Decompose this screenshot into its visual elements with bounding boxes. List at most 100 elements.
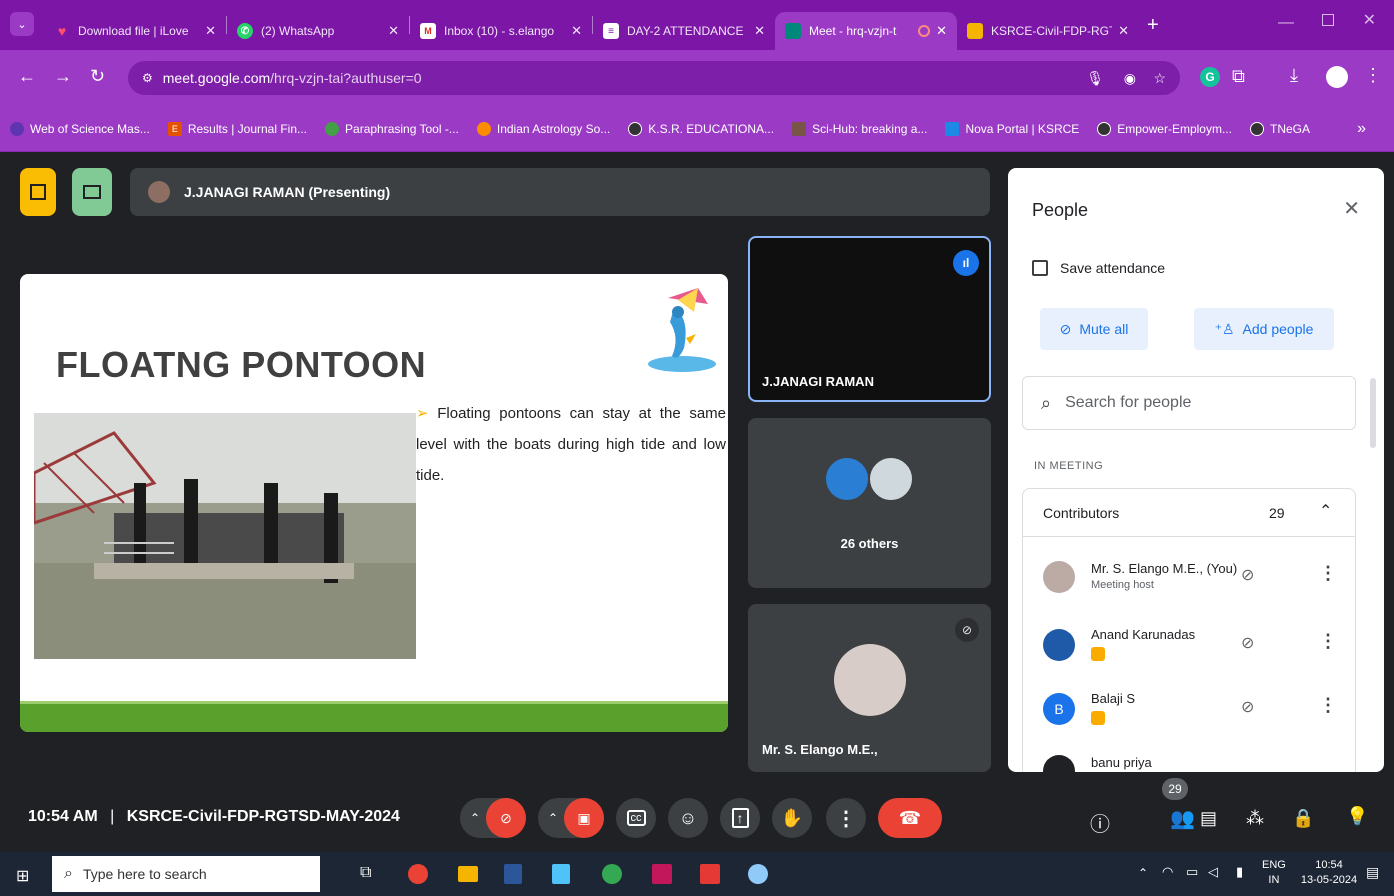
mic-toggle-button[interactable]: ⊘: [486, 798, 526, 838]
clock[interactable]: 10:54 13-05-2024: [1298, 858, 1360, 888]
search-people-input[interactable]: ⌕ Search for people: [1022, 376, 1356, 430]
battery-icon[interactable]: ▭: [1186, 864, 1198, 880]
forward-icon[interactable]: →: [54, 66, 72, 87]
camera-toggle-button[interactable]: ▣: [564, 798, 604, 838]
tab-whatsapp[interactable]: ✆ (2) WhatsApp ✕: [227, 12, 409, 50]
add-people-button[interactable]: ⁺♙ Add people: [1194, 308, 1334, 350]
language-indicator[interactable]: ENG IN: [1262, 858, 1286, 888]
bookmark-paraphrasing[interactable]: Paraphrasing Tool -...: [325, 121, 459, 136]
people-icon[interactable]: 👥: [1170, 806, 1195, 831]
presentation-chip[interactable]: [20, 168, 56, 216]
mic-off-icon[interactable]: ⊘: [1241, 697, 1254, 717]
participant-row[interactable]: Anand Karunadas ⊘ ⋮: [1023, 613, 1357, 677]
word-icon[interactable]: [504, 864, 522, 884]
network-icon[interactable]: ◠: [1162, 864, 1173, 880]
others-tile[interactable]: 26 others: [748, 418, 991, 588]
close-tab-icon[interactable]: ✕: [1118, 23, 1129, 39]
app-icon[interactable]: [652, 864, 672, 884]
chat-icon[interactable]: ▤: [1200, 808, 1217, 829]
tab-meet[interactable]: Meet - hrq-vzjn-t ✕: [775, 12, 957, 50]
mic-icon[interactable]: ▮: [1236, 864, 1243, 880]
contributors-header[interactable]: Contributors 29 ⌃: [1023, 489, 1355, 537]
info-icon[interactable]: ⓘ: [1090, 808, 1110, 837]
close-tab-icon[interactable]: ✕: [388, 23, 399, 39]
eye-icon[interactable]: ◉: [1124, 70, 1136, 87]
task-view-icon[interactable]: ⧉: [360, 864, 371, 882]
acrobat-icon[interactable]: [700, 864, 720, 884]
star-icon[interactable]: ☆: [1153, 70, 1166, 87]
profile-avatar[interactable]: [1326, 66, 1348, 88]
bookmark-empower[interactable]: Empower-Employm...: [1097, 121, 1232, 136]
bookmark-ksr[interactable]: K.S.R. EDUCATIONA...: [628, 121, 774, 136]
mic-off-icon[interactable]: ⊘: [1241, 565, 1254, 585]
chevron-up-icon[interactable]: ⌃: [1319, 501, 1332, 521]
bookmarks-overflow-button[interactable]: »: [1357, 120, 1366, 138]
mic-off-icon[interactable]: ⊘: [1241, 633, 1254, 653]
raise-hand-button[interactable]: ✋: [772, 798, 812, 838]
bulb-icon[interactable]: 💡: [1346, 806, 1368, 827]
present-button[interactable]: ↑: [720, 798, 760, 838]
close-tab-icon[interactable]: ✕: [754, 23, 765, 39]
bookmark-web-of-science[interactable]: Web of Science Mas...: [10, 121, 150, 136]
layout-chip[interactable]: [72, 168, 112, 216]
chevron-up-icon[interactable]: ⌃: [470, 811, 480, 825]
back-icon[interactable]: ←: [18, 66, 36, 87]
paint-icon[interactable]: [748, 864, 768, 884]
participant-row[interactable]: banu priya: [1023, 741, 1357, 772]
more-options-icon[interactable]: ⋮: [1319, 563, 1337, 584]
captions-button[interactable]: cc: [616, 798, 656, 838]
grammarly-icon[interactable]: G: [1200, 67, 1220, 87]
mute-all-button[interactable]: ⊘ Mute all: [1040, 308, 1148, 350]
volume-icon[interactable]: ◁: [1208, 864, 1218, 880]
tab-gmail[interactable]: M Inbox (10) - s.elango ✕: [410, 12, 592, 50]
close-tab-icon[interactable]: ✕: [205, 23, 216, 39]
download-icon[interactable]: ⤓: [1290, 65, 1298, 86]
windows-start-icon[interactable]: ⊞: [16, 866, 29, 886]
new-tab-button[interactable]: +: [1147, 14, 1159, 37]
menu-icon[interactable]: ⋮: [1364, 65, 1382, 86]
tab-ilovepdf[interactable]: ♥ Download file | iLove ✕: [44, 12, 226, 50]
self-tile[interactable]: ⊘ Mr. S. Elango M.E.,: [748, 604, 991, 772]
tab-attendance[interactable]: ≡ DAY-2 ATTENDANCE ✕: [593, 12, 775, 50]
mic-icon[interactable]: 🎙: [1086, 70, 1104, 87]
host-controls-icon[interactable]: 🔒: [1292, 808, 1314, 829]
main-speaker-tile[interactable]: ıl J.JANAGI RAMAN: [748, 236, 991, 402]
reload-icon[interactable]: ↻: [90, 66, 105, 87]
scrollbar[interactable]: [1370, 378, 1376, 448]
slide-title: FLOATNG PONTOON: [56, 344, 427, 385]
participant-row[interactable]: Mr. S. Elango M.E., (You) Meeting host ⊘…: [1023, 545, 1357, 609]
chrome-icon[interactable]: [602, 864, 622, 884]
chrome-icon[interactable]: [408, 864, 428, 884]
more-options-icon[interactable]: ⋮: [1319, 695, 1337, 716]
bookmark-nova-portal[interactable]: Nova Portal | KSRCE: [945, 121, 1079, 136]
chevron-up-icon[interactable]: ⌃: [548, 811, 558, 825]
reactions-button[interactable]: ☺: [668, 798, 708, 838]
bookmark-tnega[interactable]: TNeGA: [1249, 121, 1310, 136]
tab-ksrce-drive[interactable]: KSRCE-Civil-FDP-RGT ✕: [957, 12, 1139, 50]
save-attendance-button[interactable]: Save attendance: [1032, 260, 1165, 276]
bookmark-astrology[interactable]: Indian Astrology So...: [476, 121, 610, 136]
file-explorer-icon[interactable]: [458, 866, 478, 882]
site-info-icon[interactable]: ⚙: [142, 71, 153, 85]
presenter-bar[interactable]: J.JANAGI RAMAN (Presenting): [130, 168, 990, 216]
activities-icon[interactable]: ⁂: [1246, 808, 1264, 829]
app-icon[interactable]: [552, 864, 570, 884]
more-options-button[interactable]: ⋮: [826, 798, 866, 838]
tray-chevron-icon[interactable]: ⌃: [1138, 866, 1148, 880]
more-options-icon[interactable]: ⋮: [1319, 631, 1337, 652]
participant-row[interactable]: B Balaji S ⊘ ⋮: [1023, 677, 1357, 741]
leave-call-button[interactable]: ☎: [878, 798, 942, 838]
tab-search-button[interactable]: ⌄: [10, 12, 34, 36]
extensions-icon[interactable]: ⧉: [1232, 66, 1245, 87]
close-tab-icon[interactable]: ✕: [571, 23, 582, 39]
bookmark-journal-finder[interactable]: E Results | Journal Fin...: [167, 121, 307, 136]
notification-icon[interactable]: ▤: [1366, 864, 1379, 881]
taskbar-search-input[interactable]: ⌕ Type here to search: [52, 856, 320, 892]
address-bar[interactable]: ⚙ meet.google.com/hrq-vzjn-tai?authuser=…: [128, 61, 1180, 95]
close-window-button[interactable]: ✕: [1363, 10, 1376, 30]
maximize-button[interactable]: [1322, 14, 1334, 26]
minimize-button[interactable]: —: [1278, 14, 1294, 32]
close-tab-icon[interactable]: ✕: [936, 23, 947, 39]
close-icon[interactable]: ✕: [1343, 196, 1360, 221]
bookmark-scihub[interactable]: Sci-Hub: breaking a...: [792, 121, 927, 136]
